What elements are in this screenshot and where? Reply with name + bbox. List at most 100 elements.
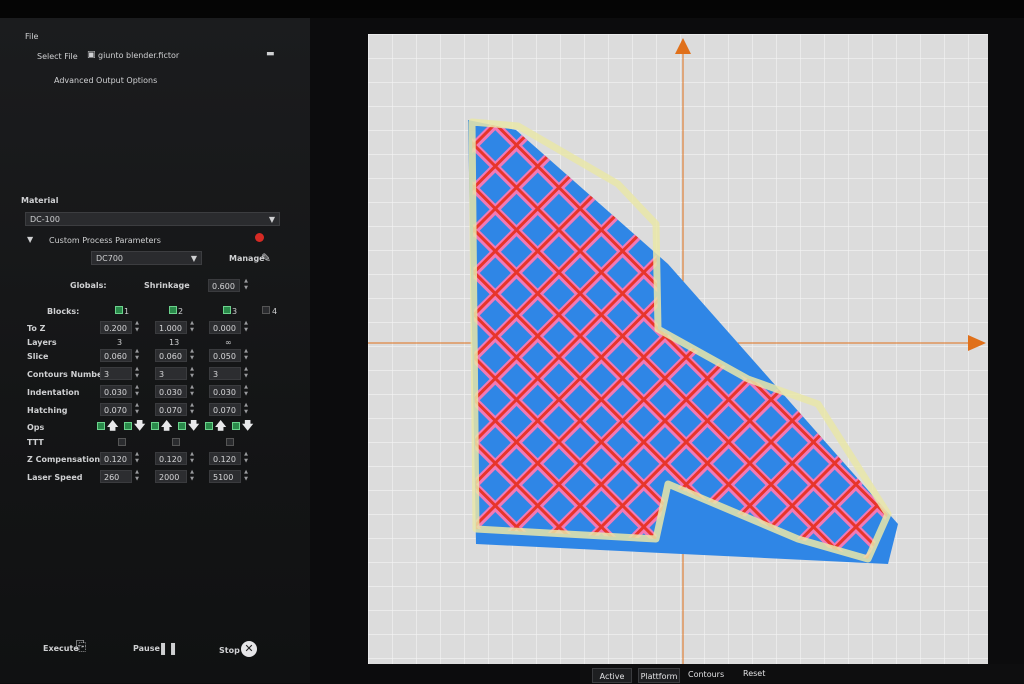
- param-input[interactable]: 0.200: [100, 321, 132, 334]
- param-input[interactable]: 0.070: [209, 403, 241, 416]
- param-input[interactable]: 0.030: [209, 385, 241, 398]
- param-stepper[interactable]: ▲ ▼: [133, 469, 141, 483]
- preset-select[interactable]: DC700 ▼: [91, 251, 202, 265]
- platform-button[interactable]: Plattform: [638, 668, 680, 683]
- param-input[interactable]: 0.060: [155, 349, 187, 362]
- folder-icon[interactable]: ▬: [266, 49, 275, 59]
- pause-button[interactable]: Pause: [133, 644, 160, 653]
- param-stepper[interactable]: ▲ ▼: [133, 402, 141, 416]
- param-stepper[interactable]: ▲ ▼: [188, 366, 196, 380]
- file-menu[interactable]: File: [25, 32, 38, 41]
- shrinkage-stepper[interactable]: ▲ ▼: [242, 278, 250, 292]
- param-stepper[interactable]: ▲ ▼: [133, 384, 141, 398]
- param-input[interactable]: 0.120: [155, 452, 187, 465]
- param-stepper[interactable]: ▲ ▼: [242, 320, 250, 334]
- param-input[interactable]: 3: [155, 367, 187, 380]
- manage-button[interactable]: Manage: [229, 254, 265, 263]
- chevron-down-icon: ▼: [190, 254, 197, 263]
- ops-checkbox[interactable]: [178, 422, 186, 430]
- param-input[interactable]: 0.070: [100, 403, 132, 416]
- param-input[interactable]: 0.000: [209, 321, 241, 334]
- file-name[interactable]: giunto blender.fictor: [98, 51, 179, 60]
- param-label: Hatching: [27, 406, 68, 415]
- param-input[interactable]: 1.000: [155, 321, 187, 334]
- param-input[interactable]: 5100: [209, 470, 241, 483]
- param-stepper[interactable]: ▲ ▼: [133, 451, 141, 465]
- param-label: Indentation: [27, 388, 80, 397]
- block-1-checkbox[interactable]: [115, 306, 123, 314]
- param-input[interactable]: 0.030: [100, 385, 132, 398]
- active-button[interactable]: Active: [592, 668, 632, 683]
- param-stepper[interactable]: ▲ ▼: [133, 348, 141, 362]
- block-4-checkbox[interactable]: [262, 306, 270, 314]
- param-input[interactable]: 3: [209, 367, 241, 380]
- ops-checkbox[interactable]: [205, 422, 213, 430]
- block-3-checkbox[interactable]: [223, 306, 231, 314]
- shrinkage-input[interactable]: 0.600: [208, 279, 240, 292]
- arrow-down-icon[interactable]: 🡇: [242, 420, 253, 431]
- param-stepper[interactable]: ▲ ▼: [188, 402, 196, 416]
- shrinkage-label: Shrinkage: [144, 281, 190, 290]
- globals-label: Globals:: [70, 281, 107, 290]
- param-input[interactable]: 3: [100, 367, 132, 380]
- contours-button[interactable]: Contours: [688, 670, 724, 679]
- param-stepper[interactable]: ▲ ▼: [188, 384, 196, 398]
- param-stepper[interactable]: ▲ ▼: [188, 469, 196, 483]
- stop-icon[interactable]: ✕: [241, 641, 257, 657]
- ops-checkbox[interactable]: [151, 422, 159, 430]
- param-value: ∞: [225, 338, 232, 347]
- param-stepper[interactable]: ▲ ▼: [188, 348, 196, 362]
- reset-button[interactable]: Reset: [743, 669, 765, 678]
- material-selected: DC-100: [30, 215, 60, 224]
- param-input[interactable]: 0.070: [155, 403, 187, 416]
- param-label: Laser Speed: [27, 473, 83, 482]
- arrow-down-icon[interactable]: 🡇: [188, 420, 199, 431]
- param-label: To Z: [27, 324, 46, 333]
- param-stepper[interactable]: ▲ ▼: [242, 366, 250, 380]
- ttt-checkbox[interactable]: [172, 438, 180, 446]
- material-select[interactable]: DC-100 ▼: [25, 212, 280, 226]
- param-stepper[interactable]: ▲ ▼: [242, 451, 250, 465]
- param-input[interactable]: 260: [100, 470, 132, 483]
- block-3-label: 3: [232, 307, 238, 316]
- param-label: Z Compensation: [27, 455, 101, 464]
- arrow-up-icon[interactable]: 🡅: [107, 420, 118, 431]
- build-platform-viewport[interactable]: [368, 34, 988, 664]
- param-stepper[interactable]: ▲ ▼: [133, 366, 141, 380]
- ops-checkbox[interactable]: [232, 422, 240, 430]
- block-2-label: 2: [178, 307, 184, 316]
- arrow-down-icon[interactable]: 🡇: [134, 420, 145, 431]
- block-2-checkbox[interactable]: [169, 306, 177, 314]
- pause-icon[interactable]: ❚❚: [158, 641, 178, 655]
- ttt-checkbox[interactable]: [118, 438, 126, 446]
- param-stepper[interactable]: ▲ ▼: [242, 402, 250, 416]
- collapse-triangle-icon[interactable]: ▼: [27, 235, 33, 244]
- param-stepper[interactable]: ▲ ▼: [242, 469, 250, 483]
- file-icon: ▣: [87, 50, 96, 60]
- execute-button[interactable]: Execute: [43, 644, 79, 653]
- ttt-checkbox[interactable]: [226, 438, 234, 446]
- ops-checkbox[interactable]: [97, 422, 105, 430]
- advanced-output-options[interactable]: Advanced Output Options: [54, 76, 157, 85]
- param-stepper[interactable]: ▲ ▼: [188, 451, 196, 465]
- arrow-up-icon[interactable]: 🡅: [161, 420, 172, 431]
- param-input[interactable]: 0.060: [100, 349, 132, 362]
- param-input[interactable]: 0.120: [100, 452, 132, 465]
- ops-checkbox[interactable]: [124, 422, 132, 430]
- param-stepper[interactable]: ▲ ▼: [133, 320, 141, 334]
- param-stepper[interactable]: ▲ ▼: [188, 320, 196, 334]
- param-input[interactable]: 0.050: [209, 349, 241, 362]
- stop-button[interactable]: Stop: [219, 646, 240, 655]
- platform-canvas: [368, 34, 988, 664]
- execute-icon[interactable]: ⎘: [76, 639, 86, 654]
- param-value: 13: [169, 338, 180, 347]
- param-input[interactable]: 0.030: [155, 385, 187, 398]
- param-stepper[interactable]: ▲ ▼: [242, 384, 250, 398]
- custom-params-label: Custom Process Parameters: [49, 236, 161, 245]
- param-input[interactable]: 0.120: [209, 452, 241, 465]
- param-input[interactable]: 2000: [155, 470, 187, 483]
- param-label: TTT: [27, 438, 44, 447]
- manage-edit-icon[interactable]: ✎: [261, 251, 271, 265]
- arrow-up-icon[interactable]: 🡅: [215, 420, 226, 431]
- param-stepper[interactable]: ▲ ▼: [242, 348, 250, 362]
